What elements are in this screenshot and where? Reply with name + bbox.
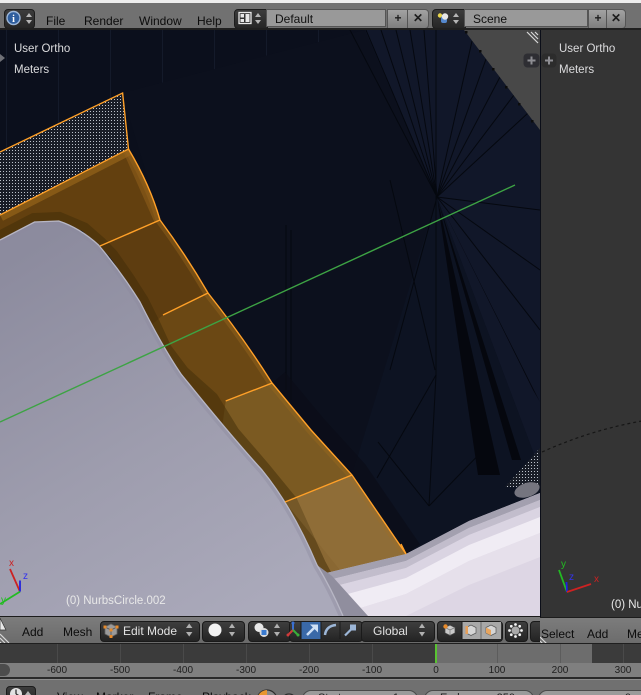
svg-text:User Ortho: User Ortho (14, 43, 70, 55)
svg-text:y: y (561, 559, 566, 570)
svg-text:z: z (23, 571, 28, 582)
svg-text:Meters: Meters (14, 64, 49, 76)
svg-text:z: z (569, 572, 574, 583)
svg-text:i: i (12, 14, 15, 25)
svg-text:Meters: Meters (559, 64, 594, 76)
svg-text:(0) Nu: (0) Nu (611, 599, 641, 611)
svg-text:(0) NurbsCircle.002: (0) NurbsCircle.002 (66, 595, 166, 607)
svg-text:x: x (594, 574, 599, 585)
svg-text:y: y (1, 595, 6, 606)
svg-text:User Ortho: User Ortho (559, 43, 615, 55)
svg-text:x: x (9, 558, 14, 569)
